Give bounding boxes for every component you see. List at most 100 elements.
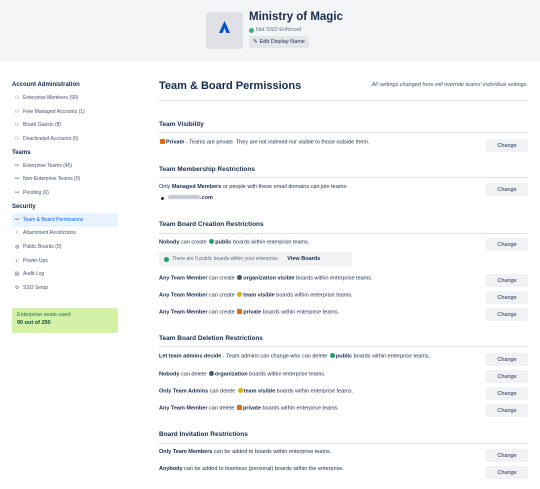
invitation-rule-team-boards: Only Team Members can be added to boards… [159,449,332,455]
seats-value: 90 out of 250 [17,320,51,326]
divider [159,233,528,234]
deletion-rule-team: Only Team Admins can delete team visible… [159,388,354,395]
creation-rule-org: Any Team Member can create organization … [159,275,373,282]
creation-rule-team: Any Team Member can create team visible … [159,292,353,299]
change-deletion-public-button[interactable]: Change [486,353,528,366]
sidebar-section-title: Account Administration [12,82,80,88]
creation-rule-private: Any Team Member can create private board… [159,309,340,316]
sidebar-item-label: SSO Setup [23,285,49,292]
sidebar-item-enterprise-members[interactable]: ⚇ Enterprise Members (90) [12,91,118,105]
team-icon [237,292,243,297]
sidebar-section-title: Security [12,203,36,210]
enterprise-seats-box: Enterprise seats used: 90 out of 250 [12,308,118,333]
sidebar-item-free-managed-accounts[interactable]: ⚇ Free Managed Accounts (1) [12,105,118,119]
divider [159,443,528,444]
gear-icon: ⚙ [14,285,20,292]
sidebar-item-label: Enterprise Members (90) [23,94,79,101]
log-icon: ▤ [14,271,20,278]
check-circle-icon [249,27,254,33]
sidebar-item-non-enterprise-teams[interactable]: ⚯ Non-Enterprise Teams (0) [12,172,118,186]
sidebar-item-public-boards[interactable]: ◍ Public Boards (0) [12,240,118,254]
view-boards-link[interactable]: View Boards [287,256,320,262]
person-icon: ⚇ [14,94,20,101]
sidebar-item-label: Pending (0) [23,189,49,196]
divider [159,132,528,133]
change-creation-private-button[interactable]: Change [486,308,528,321]
divider [159,100,528,101]
change-deletion-private-button[interactable]: Change [486,404,528,417]
sidebar-item-power-ups[interactable]: ➶ Power-Ups [12,254,118,268]
team-icon: ⚯ [14,189,20,196]
change-creation-org-button[interactable]: Change [486,274,528,287]
public-boards-info-text: There are 0 public boards within your en… [172,256,280,262]
divider [159,177,528,178]
deletion-rule-org: Nobody can delete organization boards wi… [159,371,326,378]
lock-icon [236,405,242,410]
sidebar-item-enterprise-teams[interactable]: ⚯ Enterprise Teams (45) [12,159,118,173]
sidebar-section-title: Teams [12,149,31,156]
sidebar-item-deactivated-accounts[interactable]: ⚇ Deactivated Accounts (6) [12,132,118,146]
sidebar-item-label: Deactivated Accounts (6) [23,135,79,142]
change-visibility-button[interactable]: Change [486,139,528,152]
sidebar-item-label: Power-Ups [23,257,48,264]
edit-display-name-label: Edit Display Name [259,39,305,45]
rocket-icon: ➶ [14,257,20,264]
redacted-domain [168,195,200,199]
team-icon: ⚯ [14,162,20,169]
lock-icon [160,139,165,144]
sidebar-item-label: Free Managed Accounts (1) [23,108,85,115]
change-deletion-team-button[interactable]: Change [486,387,528,400]
override-note: All settings changed here will override … [371,82,528,88]
divider [159,346,528,347]
sidebar-item-team-board-permissions[interactable]: ⚯ Team & Board Permissions [12,212,118,227]
sidebar-item-pending[interactable]: ⚯ Pending (0) [12,186,118,200]
sidebar-item-label: Team & Board Permissions [23,216,84,223]
membership-setting-text: Only Managed Members or people with thes… [159,184,348,190]
sidebar-item-attachment-restrictions[interactable]: ⌇ Attachment Restrictions [12,227,118,241]
sidebar-item-label: Audit Log [23,271,45,278]
section-heading-team-membership: Team Membership Restrictions [159,166,255,173]
org-name: Ministry of Magic [249,11,343,23]
seats-label: Enterprise seats used: [17,312,72,318]
change-creation-team-button[interactable]: Change [486,291,528,304]
sidebar-item-label: Board Guests (8) [23,122,62,129]
globe-icon [329,353,335,358]
sidebar-item-audit-log[interactable]: ▤ Audit Log [12,268,118,282]
change-creation-public-button[interactable]: Change [486,238,528,251]
organization-icon [208,371,214,376]
person-icon: ⚇ [14,122,20,129]
bullet-dot [161,197,164,200]
sso-status: Not SSO Enforced [249,27,301,33]
globe-icon [209,239,215,244]
invitation-rule-personal-boards: Anybody can be added to teamless (person… [159,466,344,472]
pencil-icon: ✎ [253,39,258,45]
sidebar-item-label: Non-Enterprise Teams (0) [23,176,81,183]
deletion-rule-public: Let team admins decide - Team admins can… [159,353,431,360]
organization-icon [237,275,243,280]
visibility-setting-text: Private - Teams are private. They are no… [159,139,369,146]
section-heading-board-creation: Team Board Creation Restrictions [159,221,264,228]
change-invitation-personal-button[interactable]: Change [486,466,528,479]
lock-icon [237,309,243,314]
sidebar-item-label: Attachment Restrictions [23,230,76,237]
section-heading-board-invitation: Board Invitation Restrictions [159,431,248,438]
public-boards-info: There are 0 public boards within your en… [159,252,352,266]
team-icon: ⚯ [14,176,20,183]
workspace-header: Ministry of Magic Not SSO Enforced ✎ Edi… [0,0,540,62]
change-invitation-team-button[interactable]: Change [486,449,528,462]
change-deletion-org-button[interactable]: Change [486,370,528,383]
sidebar-item-board-guests[interactable]: ⚇ Board Guests (8) [12,118,118,132]
sso-status-text: Not SSO Enforced [256,27,302,33]
atlassian-logo-icon [219,21,230,33]
page-title: Team & Board Permissions [159,80,302,92]
change-membership-button[interactable]: Change [486,183,528,196]
org-logo [206,12,243,49]
globe-icon: ◍ [14,244,20,251]
allowed-email-domain: .com [168,195,213,201]
deletion-rule-private: Any Team Member can delete private board… [159,405,339,412]
globe-icon [164,256,169,262]
edit-display-name-button[interactable]: ✎ Edit Display Name [249,36,309,48]
sidebar-item-label: Public Boards (0) [23,244,62,251]
sidebar-item-sso-setup[interactable]: ⚙ SSO Setup [12,281,118,295]
section-heading-board-deletion: Team Board Deletion Restrictions [159,335,263,342]
